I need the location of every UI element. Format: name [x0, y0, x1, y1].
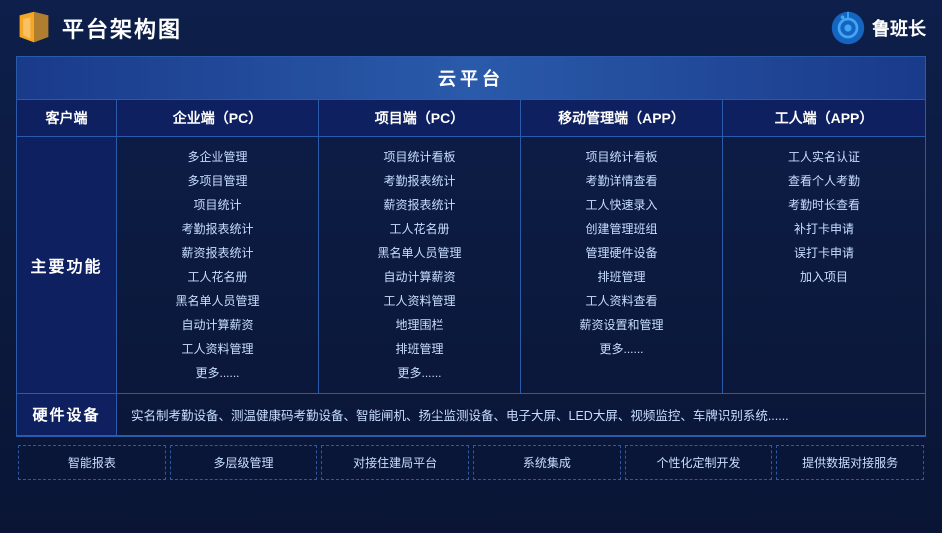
feature-item: 个性化定制开发: [625, 445, 773, 480]
feature-item: 智能报表: [18, 445, 166, 480]
hardware-label: 硬件设备: [17, 394, 117, 435]
list-item: 排班管理: [531, 265, 712, 289]
hardware-row: 硬件设备 实名制考勤设备、测温健康码考勤设备、智能闸机、扬尘监测设备、电子大屏、…: [17, 394, 925, 436]
list-item: 多项目管理: [127, 169, 308, 193]
list-item: 项目统计看板: [329, 145, 510, 169]
list-item: 更多......: [329, 361, 510, 385]
mobile-features: 项目统计看板考勤详情查看工人快速录入创建管理班组管理硬件设备排班管理工人资料查看…: [521, 137, 723, 393]
brand-logo: 鲁班长: [830, 10, 926, 46]
list-item: 薪资报表统计: [329, 193, 510, 217]
worker-features: 工人实名认证查看个人考勤考勤时长查看补打卡申请误打卡申请加入项目: [723, 137, 925, 393]
col-header-enterprise: 企业端（PC）: [117, 100, 319, 136]
list-item: 管理硬件设备: [531, 241, 712, 265]
col-header-client: 客户端: [17, 100, 117, 136]
list-item: 考勤详情查看: [531, 169, 712, 193]
feature-item: 提供数据对接服务: [776, 445, 924, 480]
feature-item: 多层级管理: [170, 445, 318, 480]
list-item: 工人快速录入: [531, 193, 712, 217]
list-item: 黑名单人员管理: [127, 289, 308, 313]
list-item: 黑名单人员管理: [329, 241, 510, 265]
header: 平台架构图 鲁班长: [16, 10, 926, 46]
list-item: 自动计算薪资: [329, 265, 510, 289]
enterprise-features: 多企业管理多项目管理项目统计考勤报表统计薪资报表统计工人花名册黑名单人员管理自动…: [117, 137, 319, 393]
cloud-platform-label: 云平台: [438, 69, 504, 89]
list-item: 多企业管理: [127, 145, 308, 169]
feature-item: 系统集成: [473, 445, 621, 480]
list-item: 补打卡申请: [733, 217, 915, 241]
list-item: 项目统计看板: [531, 145, 712, 169]
list-item: 工人资料管理: [329, 289, 510, 313]
brand-name: 鲁班长: [872, 15, 926, 41]
list-item: 工人资料管理: [127, 337, 308, 361]
list-item: 工人花名册: [329, 217, 510, 241]
list-item: 查看个人考勤: [733, 169, 915, 193]
brand-icon: [830, 10, 866, 46]
list-item: 考勤报表统计: [329, 169, 510, 193]
list-item: 工人实名认证: [733, 145, 915, 169]
list-item: 误打卡申请: [733, 241, 915, 265]
list-item: 自动计算薪资: [127, 313, 308, 337]
project-features: 项目统计看板考勤报表统计薪资报表统计工人花名册黑名单人员管理自动计算薪资工人资料…: [319, 137, 521, 393]
list-item: 排班管理: [329, 337, 510, 361]
logo-icon: [16, 10, 52, 46]
header-left: 平台架构图: [16, 10, 182, 46]
page-title: 平台架构图: [62, 12, 182, 44]
list-item: 工人花名册: [127, 265, 308, 289]
list-item: 创建管理班组: [531, 217, 712, 241]
list-item: 薪资报表统计: [127, 241, 308, 265]
main-functions-row: 主要功能 多企业管理多项目管理项目统计考勤报表统计薪资报表统计工人花名册黑名单人…: [17, 137, 925, 394]
list-item: 工人资料查看: [531, 289, 712, 313]
list-item: 项目统计: [127, 193, 308, 217]
main-table: 云平台 客户端 企业端（PC） 项目端（PC） 移动管理端（APP） 工人端（A…: [16, 56, 926, 437]
list-item: 薪资设置和管理: [531, 313, 712, 337]
cloud-platform-row: 云平台: [17, 57, 925, 100]
list-item: 地理围栏: [329, 313, 510, 337]
features-row: 智能报表多层级管理对接住建局平台系统集成个性化定制开发提供数据对接服务: [16, 445, 926, 480]
col-header-project: 项目端（PC）: [319, 100, 521, 136]
list-item: 更多......: [531, 337, 712, 361]
list-item: 考勤报表统计: [127, 217, 308, 241]
col-header-mobile: 移动管理端（APP）: [521, 100, 723, 136]
col-header-worker: 工人端（APP）: [723, 100, 925, 136]
list-item: 考勤时长查看: [733, 193, 915, 217]
column-headers: 客户端 企业端（PC） 项目端（PC） 移动管理端（APP） 工人端（APP）: [17, 100, 925, 137]
hardware-content: 实名制考勤设备、测温健康码考勤设备、智能闸机、扬尘监测设备、电子大屏、LED大屏…: [117, 394, 925, 435]
main-functions-label: 主要功能: [17, 137, 117, 393]
page: 平台架构图 鲁班长 云平台 客户端 企业端（PC） 项目端（PC） 移动管理端（…: [0, 0, 942, 533]
list-item: 加入项目: [733, 265, 915, 289]
list-item: 更多......: [127, 361, 308, 385]
feature-item: 对接住建局平台: [321, 445, 469, 480]
